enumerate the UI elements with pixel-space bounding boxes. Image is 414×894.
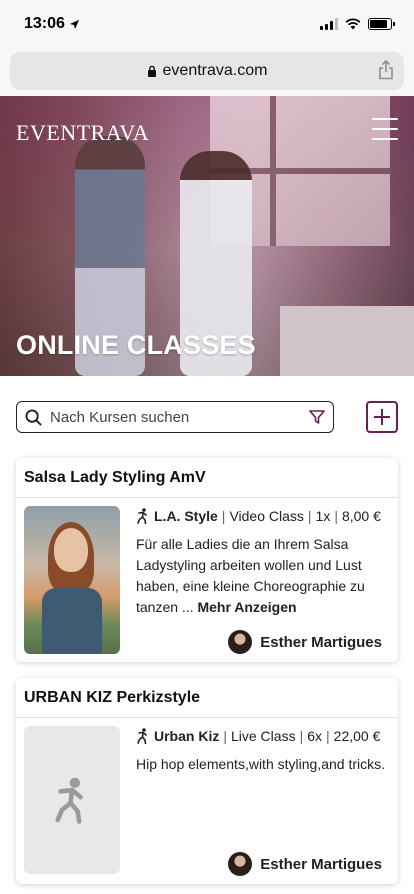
status-icons bbox=[320, 18, 395, 30]
class-type: Video Class bbox=[229, 508, 304, 524]
status-time: 13:06 bbox=[24, 15, 80, 33]
class-style: Urban Kiz bbox=[154, 728, 220, 744]
plus-icon bbox=[374, 409, 390, 425]
lock-icon bbox=[147, 65, 156, 77]
class-style: L.A. Style bbox=[154, 508, 218, 524]
class-price: 8,00 € bbox=[341, 508, 381, 524]
class-card[interactable]: Salsa Lady Styling AmV L.A. Style | Vide… bbox=[16, 458, 398, 662]
class-title[interactable]: Salsa Lady Styling AmV bbox=[16, 458, 398, 498]
class-meta: Urban Kiz | Live Class | 6x | 22,00 € bbox=[136, 726, 390, 746]
class-price: 22,00 € bbox=[333, 728, 381, 744]
class-type: Live Class bbox=[230, 728, 296, 744]
browser-bar: eventrava.com bbox=[0, 48, 414, 96]
class-title[interactable]: URBAN KIZ Perkizstyle bbox=[16, 678, 398, 718]
avatar bbox=[228, 852, 253, 876]
class-info: Urban Kiz | Live Class | 6x | 22,00 € Hi… bbox=[136, 726, 390, 876]
teacher-name: Esther Martigues bbox=[260, 855, 382, 873]
class-card-body: L.A. Style | Video Class | 1x | 8,00 € F… bbox=[16, 498, 398, 662]
signal-icon bbox=[320, 18, 338, 30]
class-info: L.A. Style | Video Class | 1x | 8,00 € F… bbox=[136, 506, 390, 654]
battery-icon bbox=[368, 18, 395, 30]
status-bar: 13:06 bbox=[0, 0, 414, 48]
brand-logo[interactable]: EVENTRAVA bbox=[16, 120, 149, 146]
search-box bbox=[16, 401, 334, 433]
hero-background-table bbox=[280, 306, 414, 376]
class-description: Hip hop elements,with styling,and tricks… bbox=[136, 754, 390, 775]
dancer-icon bbox=[137, 508, 147, 524]
teacher[interactable]: Esther Martigues bbox=[228, 630, 382, 654]
teacher-name: Esther Martigues bbox=[260, 633, 382, 651]
class-thumbnail[interactable] bbox=[24, 506, 120, 654]
search-input[interactable] bbox=[50, 408, 301, 426]
wifi-icon bbox=[345, 18, 361, 30]
dancer-placeholder-icon bbox=[55, 777, 83, 824]
time-text: 13:06 bbox=[24, 15, 65, 32]
dancer-icon bbox=[137, 728, 147, 744]
add-class-button[interactable] bbox=[366, 401, 398, 433]
class-count: 6x bbox=[307, 728, 323, 744]
class-thumbnail[interactable] bbox=[24, 726, 120, 874]
hamburger-menu-icon[interactable] bbox=[372, 118, 398, 140]
url-text: eventrava.com bbox=[162, 62, 268, 79]
hero-banner: EVENTRAVA ONLINE CLASSES bbox=[0, 96, 414, 376]
search-icon bbox=[25, 408, 42, 426]
class-meta: L.A. Style | Video Class | 1x | 8,00 € bbox=[136, 506, 390, 526]
class-card-body: Urban Kiz | Live Class | 6x | 22,00 € Hi… bbox=[16, 718, 398, 882]
url-bar[interactable]: eventrava.com bbox=[10, 52, 404, 90]
search-row bbox=[16, 401, 398, 433]
description-text: Hip hop elements,with styling,and tricks… bbox=[136, 756, 385, 772]
page-title: ONLINE CLASSES bbox=[16, 330, 256, 360]
class-description: Für alle Ladies die an Ihrem Salsa Ladys… bbox=[136, 534, 390, 618]
class-card[interactable]: URBAN KIZ Perkizstyle Urban Kiz | Live C… bbox=[16, 678, 398, 884]
avatar bbox=[228, 630, 253, 654]
filter-icon[interactable] bbox=[309, 409, 325, 425]
location-arrow-icon bbox=[69, 19, 80, 29]
show-more-link[interactable]: Mehr Anzeigen bbox=[197, 599, 296, 615]
teacher[interactable]: Esther Martigues bbox=[228, 852, 382, 876]
class-count: 1x bbox=[315, 508, 331, 524]
share-icon[interactable] bbox=[378, 60, 394, 80]
